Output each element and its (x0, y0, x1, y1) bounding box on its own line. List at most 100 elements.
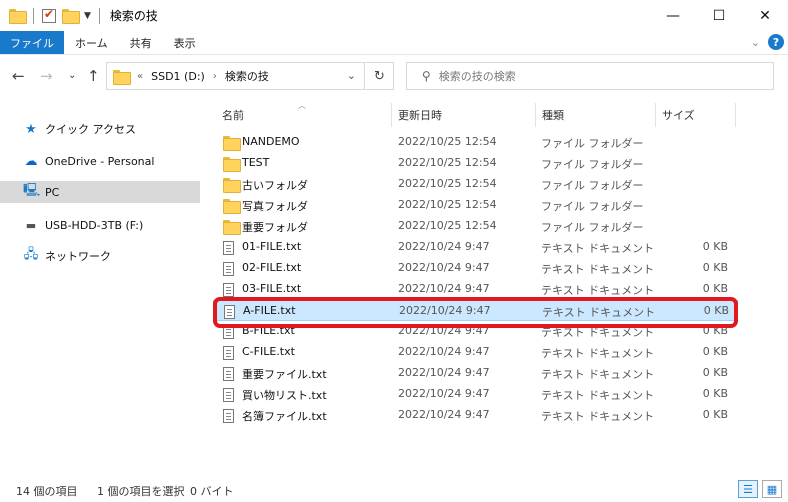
column-header-type[interactable]: 種類 (542, 107, 564, 123)
file-name: A-FILE.txt (243, 304, 296, 317)
file-type: ファイル フォルダー (541, 137, 644, 150)
view-toggle: ☰ ▦ (738, 480, 782, 498)
folder-icon (223, 157, 241, 172)
file-name: NANDEMO (242, 135, 300, 148)
details-view-icon[interactable]: ☰ (738, 480, 758, 498)
file-date: 2022/10/24 9:47 (398, 408, 490, 421)
file-row[interactable]: 01-FILE.txt 2022/10/24 9:47 テキスト ドキュメント … (213, 237, 738, 258)
new-folder-icon[interactable] (62, 9, 80, 24)
column-header-date[interactable]: 更新日時 (398, 107, 442, 123)
column-divider[interactable] (535, 103, 536, 127)
tab-view[interactable]: 表示 (163, 31, 207, 54)
column-headers: ︿ 名前 更新日時 種類 サイズ (213, 101, 788, 127)
file-name: 01-FILE.txt (242, 240, 302, 253)
file-date: 2022/10/24 9:47 (398, 366, 490, 379)
nav-item-label: ネットワーク (45, 250, 111, 263)
navigation-bar: ← → ⌄ ↑ « SSD1 (D:) › 検索の技 ⌄ ↻ ⚲ (0, 55, 788, 97)
nav-item-quick-access[interactable]: ★ クイック アクセス (0, 118, 200, 140)
file-size: 0 KB (702, 282, 728, 295)
file-name: 写真フォルダ (242, 200, 308, 213)
toolbar-divider (33, 7, 34, 24)
nav-item-onedrive[interactable]: ☁ OneDrive - Personal (0, 150, 200, 172)
customize-toolbar-icon[interactable]: ▼ (84, 11, 91, 21)
address-dropdown-icon[interactable]: ⌄ (347, 69, 356, 82)
star-icon: ★ (25, 121, 37, 137)
file-row[interactable]: 買い物リスト.txt 2022/10/24 9:47 テキスト ドキュメント 0… (213, 384, 738, 405)
file-row[interactable]: NANDEMO 2022/10/25 12:54 ファイル フォルダー (213, 132, 738, 153)
file-type: ファイル フォルダー (541, 221, 644, 234)
file-name: 名簿ファイル.txt (242, 410, 327, 423)
file-date: 2022/10/25 12:54 (398, 198, 497, 211)
breadcrumb-folder[interactable]: 検索の技 (225, 68, 269, 84)
navigation-pane: ★ クイック アクセス ☁ OneDrive - Personal 🖳 PC ▬… (0, 97, 205, 467)
tab-share[interactable]: 共有 (119, 31, 163, 54)
text-file-icon (223, 283, 234, 297)
column-header-size[interactable]: サイズ (662, 107, 695, 123)
window-controls: — ☐ ✕ (650, 0, 788, 31)
back-button[interactable]: ← (12, 67, 25, 85)
up-button[interactable]: ↑ (87, 67, 100, 85)
column-divider[interactable] (391, 103, 392, 127)
forward-button[interactable]: → (40, 67, 53, 85)
column-header-name[interactable]: 名前 (222, 107, 244, 123)
help-icon[interactable]: ? (768, 34, 784, 50)
file-row[interactable]: C-FILE.txt 2022/10/24 9:47 テキスト ドキュメント 0… (213, 342, 738, 363)
sort-ascending-icon: ︿ (298, 101, 306, 110)
file-name: TEST (242, 156, 270, 169)
nav-item-usb-drive[interactable]: ▬ USB-HDD-3TB (F:) (0, 214, 200, 236)
file-row-selected[interactable]: A-FILE.txt 2022/10/24 9:47 テキスト ドキュメント 0… (213, 300, 738, 321)
breadcrumb-overflow[interactable]: « (137, 71, 143, 82)
file-size: 0 KB (702, 261, 728, 274)
column-divider[interactable] (735, 103, 736, 127)
minimize-button[interactable]: — (650, 0, 696, 31)
computer-icon: 🖳 (23, 183, 41, 198)
breadcrumb-drive[interactable]: SSD1 (D:) (151, 70, 205, 83)
file-date: 2022/10/24 9:47 (399, 304, 491, 317)
file-date: 2022/10/24 9:47 (398, 282, 490, 295)
file-row[interactable]: 重要フォルダ 2022/10/25 12:54 ファイル フォルダー (213, 216, 738, 237)
address-bar[interactable]: « SSD1 (D:) › 検索の技 ⌄ (106, 62, 365, 90)
breadcrumb-separator[interactable]: › (213, 71, 217, 82)
file-row[interactable]: 古いフォルダ 2022/10/25 12:54 ファイル フォルダー (213, 174, 738, 195)
close-button[interactable]: ✕ (742, 0, 788, 31)
tab-home[interactable]: ホーム (64, 31, 119, 54)
folder-icon (223, 136, 241, 151)
status-bar: 14 個の項目 1 個の項目を選択 0 バイト ☰ ▦ (0, 478, 788, 502)
nav-item-network[interactable]: 🖧 ネットワーク (0, 245, 200, 267)
tab-file[interactable]: ファイル (0, 31, 64, 54)
nav-item-pc[interactable]: 🖳 PC (0, 181, 200, 203)
file-row[interactable]: TEST 2022/10/25 12:54 ファイル フォルダー (213, 153, 738, 174)
file-name: 重要フォルダ (242, 221, 308, 234)
file-row[interactable]: 重要ファイル.txt 2022/10/24 9:47 テキスト ドキュメント 0… (213, 363, 738, 384)
file-row[interactable]: 写真フォルダ 2022/10/25 12:54 ファイル フォルダー (213, 195, 738, 216)
file-size: 0 KB (702, 324, 728, 337)
file-row[interactable]: 03-FILE.txt 2022/10/24 9:47 テキスト ドキュメント … (213, 279, 738, 300)
expand-ribbon-icon[interactable]: ⌄ (751, 36, 760, 49)
properties-icon[interactable] (42, 7, 56, 23)
text-file-icon (223, 262, 234, 276)
file-row[interactable]: 名簿ファイル.txt 2022/10/24 9:47 テキスト ドキュメント 0… (213, 405, 738, 426)
file-row[interactable]: 02-FILE.txt 2022/10/24 9:47 テキスト ドキュメント … (213, 258, 738, 279)
large-icons-view-icon[interactable]: ▦ (762, 480, 782, 498)
refresh-button[interactable]: ↻ (366, 62, 394, 90)
folder-icon (223, 178, 241, 193)
file-name: 重要ファイル.txt (242, 368, 327, 381)
cloud-icon: ☁ (24, 153, 38, 169)
file-name: 03-FILE.txt (242, 282, 302, 295)
column-divider[interactable] (655, 103, 656, 127)
file-date: 2022/10/24 9:47 (398, 345, 490, 358)
drive-icon: ▬ (25, 218, 37, 232)
file-name: 02-FILE.txt (242, 261, 302, 274)
file-size: 0 KB (702, 366, 728, 379)
file-name: 古いフォルダ (242, 179, 308, 192)
file-size: 0 KB (703, 304, 729, 317)
file-size: 0 KB (702, 345, 728, 358)
quick-access-toolbar: ▼ (0, 7, 102, 24)
nav-item-label: クイック アクセス (45, 123, 136, 136)
search-input[interactable] (438, 69, 759, 83)
file-type: ファイル フォルダー (541, 179, 644, 192)
folder-icon (223, 220, 241, 235)
recent-locations-button[interactable]: ⌄ (68, 70, 76, 81)
file-row[interactable]: B-FILE.txt 2022/10/24 9:47 テキスト ドキュメント 0… (213, 321, 738, 342)
maximize-button[interactable]: ☐ (696, 0, 742, 31)
